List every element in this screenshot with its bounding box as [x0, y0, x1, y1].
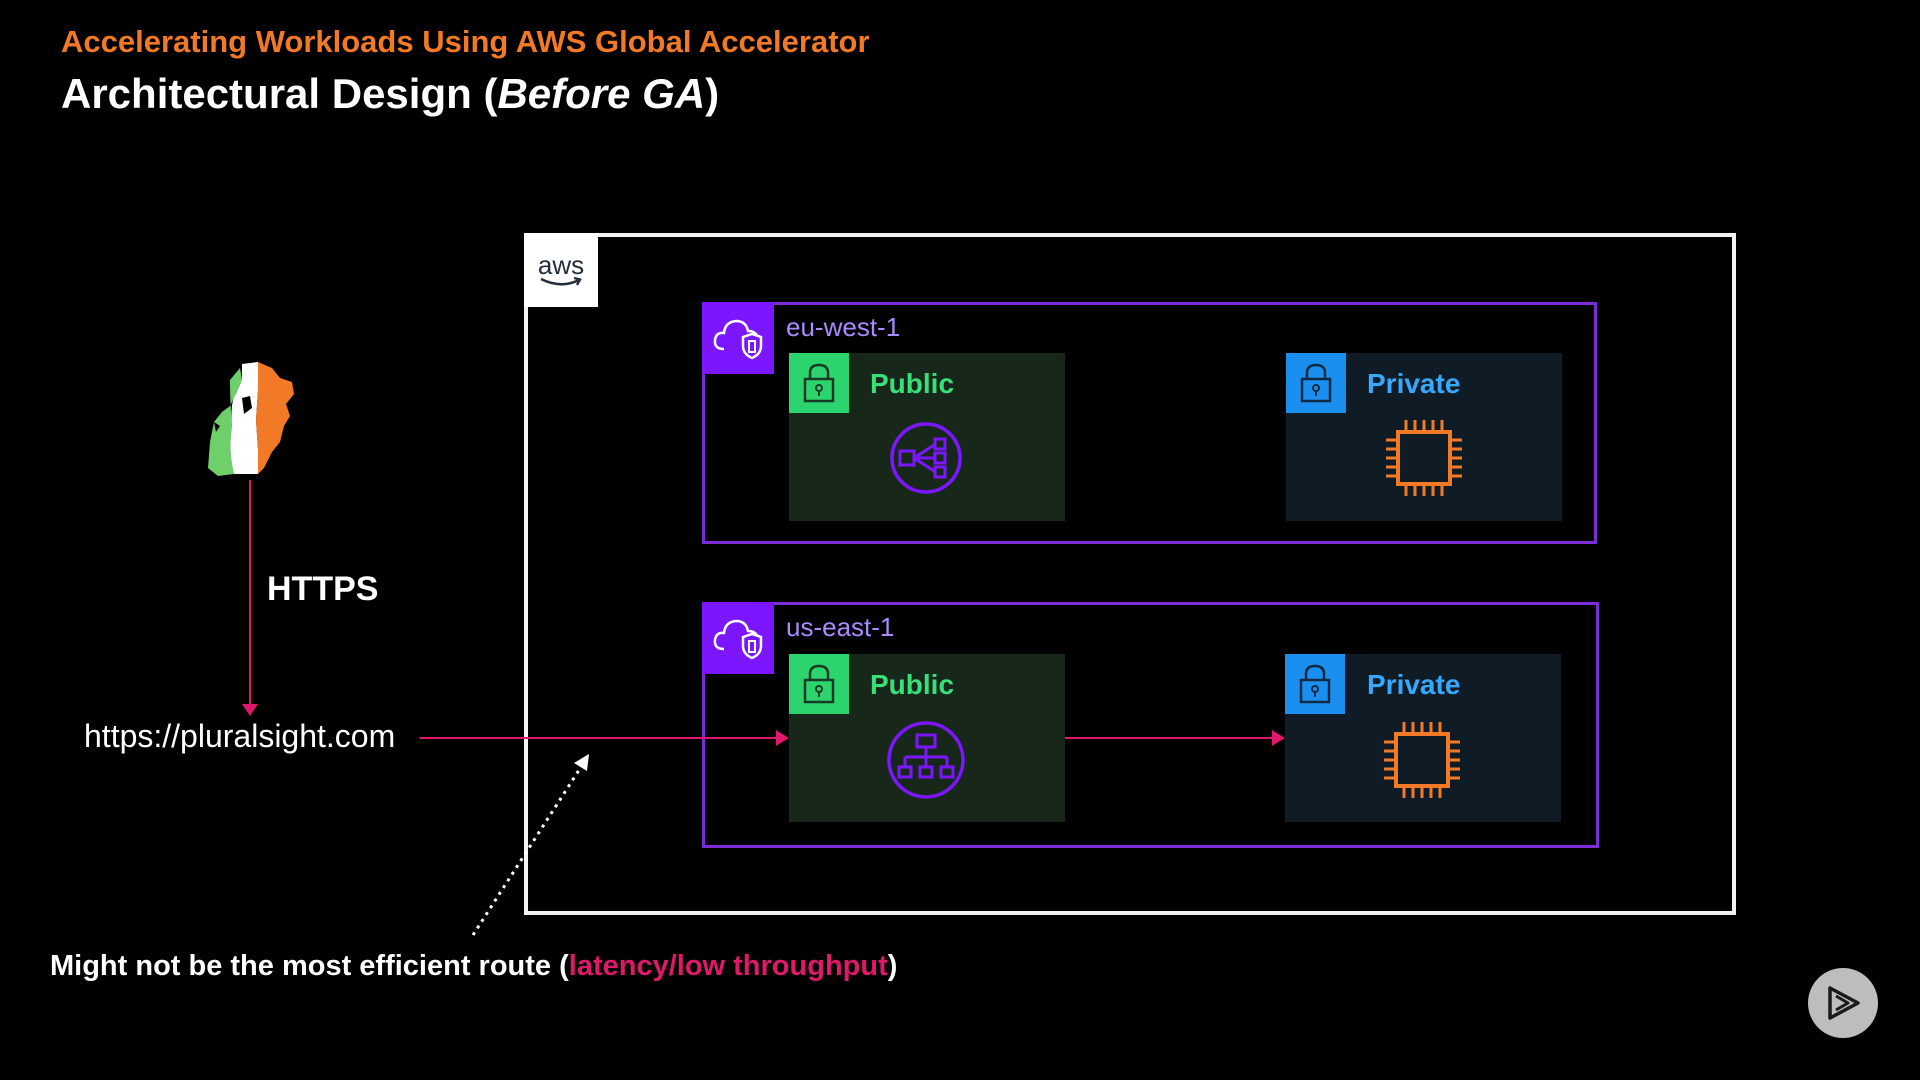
title-close-paren: ) — [705, 70, 720, 117]
note-highlight: latency/low throughput — [568, 950, 888, 982]
lock-icon — [789, 654, 849, 714]
lock-icon — [1286, 353, 1346, 413]
note-suffix: ) — [887, 950, 898, 982]
ireland-map-icon — [208, 362, 294, 476]
route-note: Might not be the most efficient route (l… — [50, 950, 897, 983]
aws-logo: aws — [524, 233, 598, 307]
region-badge-us-east-1 — [702, 602, 774, 674]
region-cloud-icon — [713, 619, 763, 660]
title-main: Architectural Design — [61, 70, 484, 117]
lock-icon — [1285, 654, 1345, 714]
play-button[interactable] — [1808, 968, 1878, 1038]
subnet-label-private: Private — [1367, 669, 1461, 700]
title-emphasis: Before GA — [497, 70, 706, 117]
lock-icon — [789, 353, 849, 413]
ec2-instance-icon — [1384, 722, 1460, 798]
subnet-label-private: Private — [1367, 368, 1461, 399]
region-badge-eu-west-1 — [702, 302, 774, 374]
note-prefix: Might not be the most efficient route ( — [50, 950, 569, 982]
slide-subtitle: Accelerating Workloads Using AWS Global … — [61, 24, 870, 59]
arrow-head-down — [242, 704, 258, 716]
region-label-us-east-1: us-east-1 — [786, 612, 895, 642]
url-label: https://pluralsight.com — [84, 718, 396, 754]
subnet-label-public: Public — [870, 669, 955, 700]
protocol-label: HTTPS — [267, 570, 379, 608]
play-icon — [1828, 986, 1860, 1020]
slide-title: Architectural Design (Before GA) — [61, 70, 719, 118]
network-load-balancer-icon — [890, 422, 962, 494]
ec2-instance-icon — [1386, 420, 1462, 496]
title-open-paren: ( — [483, 70, 498, 117]
aws-logo-text: aws — [537, 250, 585, 280]
region-label-eu-west-1: eu-west-1 — [786, 312, 901, 342]
application-load-balancer-icon — [887, 721, 965, 799]
subnet-label-public: Public — [870, 368, 955, 399]
region-cloud-icon — [713, 319, 763, 360]
aws-smile-icon — [540, 277, 582, 286]
